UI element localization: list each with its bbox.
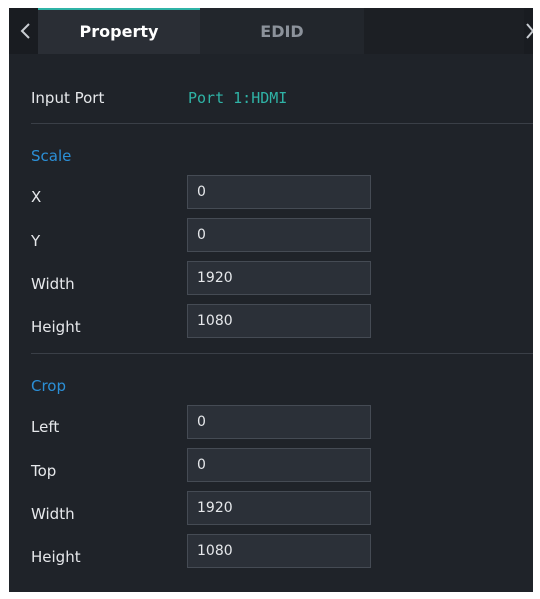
tab-empty-slot bbox=[364, 8, 524, 54]
chevron-left-icon[interactable] bbox=[19, 22, 33, 40]
divider bbox=[31, 353, 533, 354]
crop-top-field[interactable] bbox=[187, 448, 371, 482]
tab-edid-label: EDID bbox=[260, 22, 304, 41]
active-tab-indicator bbox=[38, 8, 200, 10]
scale-x-field[interactable] bbox=[187, 175, 371, 209]
tab-edid[interactable]: EDID bbox=[200, 8, 364, 54]
tab-bar: Property EDID bbox=[9, 8, 533, 54]
crop-height-field[interactable] bbox=[187, 534, 371, 568]
scale-width-label: Width bbox=[31, 275, 75, 293]
scale-x-label: X bbox=[31, 188, 42, 206]
scale-section-title: Scale bbox=[31, 147, 72, 165]
tab-property[interactable]: Property bbox=[38, 8, 200, 54]
crop-height-label: Height bbox=[31, 548, 81, 566]
input-port-value: Port 1:HDMI bbox=[188, 89, 288, 107]
scale-height-field[interactable] bbox=[187, 304, 371, 338]
property-panel: Property EDID Input Port Port 1:HDMI Sca… bbox=[9, 8, 533, 592]
crop-top-label: Top bbox=[31, 462, 57, 480]
crop-width-field[interactable] bbox=[187, 491, 371, 525]
crop-left-field[interactable] bbox=[187, 405, 371, 439]
crop-width-label: Width bbox=[31, 505, 75, 523]
scale-y-label: Y bbox=[31, 232, 41, 250]
crop-left-label: Left bbox=[31, 418, 60, 436]
scale-height-label: Height bbox=[31, 318, 81, 336]
divider bbox=[31, 123, 533, 124]
input-port-label: Input Port bbox=[31, 89, 105, 107]
chevron-right-icon[interactable] bbox=[525, 22, 533, 40]
crop-section-title: Crop bbox=[31, 377, 67, 395]
tab-property-label: Property bbox=[79, 22, 159, 41]
scale-y-field[interactable] bbox=[187, 218, 371, 252]
scale-width-field[interactable] bbox=[187, 261, 371, 295]
